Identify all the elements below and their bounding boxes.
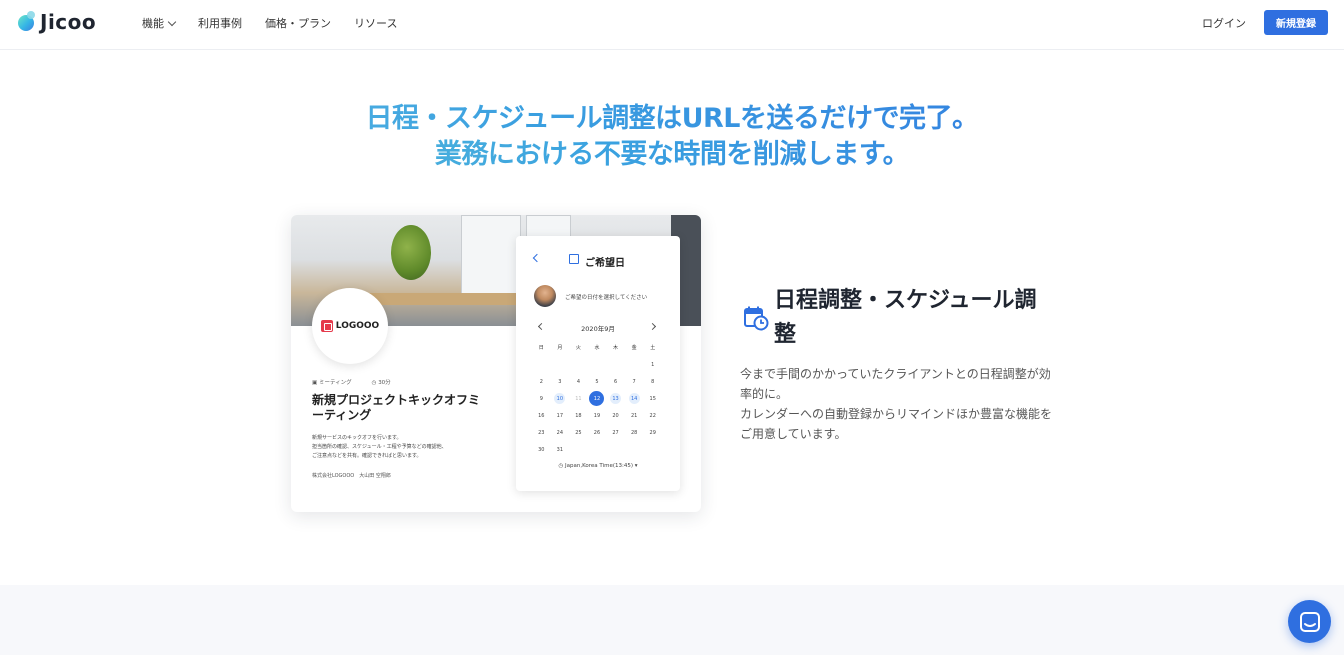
brand-name: LOGOOO (335, 321, 380, 331)
jicoo-logo[interactable]: Jicoo (18, 10, 96, 34)
meeting-duration: ◷ 30分 (371, 380, 391, 386)
calendar-day: 7 (632, 378, 636, 385)
nav-item-resources[interactable]: リソース (354, 15, 397, 31)
feature-title: 日程調整・スケジュール調整 (774, 288, 1037, 347)
signup-button[interactable]: 新規登録 (1264, 10, 1328, 35)
calendar-day: 5 (595, 378, 599, 385)
booking-page-mockup: LOGOOO ▣ ミーティング ◷ 30分 新規プロジェクトキックオフミーティン… (291, 215, 701, 512)
calendar-day (588, 359, 607, 370)
calendar-day: 28 (630, 429, 638, 436)
weekday-label: 水 (594, 345, 600, 351)
event-title: 新規プロジェクトキックオフミーティング (312, 393, 481, 422)
chat-icon (1299, 611, 1320, 632)
nav-item-label: 価格・プラン (265, 17, 331, 30)
calendar-day: 21 (630, 412, 638, 419)
nav-item-label: リソース (354, 17, 398, 30)
calendar-grid: 日 月 火 水 木 金 土 1 2 3 4 5 6 7 8 9 10 11 12 (532, 342, 662, 455)
site-header: Jicoo 機能 利用事例 価格・プラン リソース ログイン 新規登録 (0, 0, 1344, 50)
calendar-day: 30 (538, 446, 545, 453)
host-avatar (534, 285, 556, 307)
calendar-day: 25 (575, 429, 582, 436)
calendar-day: 16 (538, 412, 545, 419)
calendar-day: 15 (649, 395, 656, 402)
event-organizer: 株式会社LOGOOO 大山田 空翔郎 (312, 473, 391, 479)
calendar-month: 2020年9月 (581, 325, 615, 333)
company-logo-badge: LOGOOO (312, 288, 388, 364)
calendar-day: 11 (575, 395, 582, 402)
logo-mark-icon (18, 11, 38, 33)
brand-logo-icon (320, 320, 333, 332)
nav-item-pricing[interactable]: 価格・プラン (265, 15, 331, 31)
nav-item-features[interactable]: 機能 (142, 15, 177, 31)
timezone-select[interactable]: ◷ Japan,Korea Time(13:45) ▾ (516, 463, 680, 469)
calendar-day (551, 359, 570, 370)
logo-text: Jicoo (40, 10, 97, 34)
calendar-day: 20 (612, 412, 619, 419)
calendar-day (532, 359, 551, 370)
calendar-day: 3 (558, 378, 562, 385)
calendar-day: 27 (612, 429, 619, 436)
main-nav: 機能 利用事例 価格・プラン リソース (142, 15, 420, 31)
hero-heading-line1: 日程・スケジュール調整はURLを送るだけで完了。 (0, 96, 1344, 135)
chat-launcher-button[interactable] (1288, 600, 1331, 643)
nav-item-label: 利用事例 (198, 17, 242, 30)
calendar-day: 6 (613, 378, 618, 385)
calendar-day: 4 (576, 378, 581, 385)
date-picker-title: ご希望日 (585, 258, 625, 269)
calendar-day: 19 (593, 412, 601, 419)
calendar-day-selected[interactable]: 12 (589, 391, 605, 406)
calendar-day (606, 359, 625, 370)
calendar-day: 26 (593, 429, 601, 436)
weekday-label: 火 (575, 345, 581, 351)
weekday-label: 木 (613, 345, 619, 351)
calendar-day: 17 (556, 412, 564, 419)
date-picker-panel: ご希望日 ご希望の日付を選択してください 2020年9月 日 月 火 水 木 金… (516, 236, 680, 491)
calendar-day: 29 (649, 429, 656, 436)
weekday-label: 日 (538, 345, 544, 351)
event-meta: ▣ ミーティング ◷ 30分 (312, 378, 411, 386)
chevron-down-icon (167, 17, 177, 26)
calendar-day: 9 (539, 395, 543, 402)
nav-item-label: 機能 (142, 17, 164, 30)
calendar-day: 23 (538, 429, 545, 436)
calendar-day (569, 359, 588, 370)
calendar-day-available[interactable]: 14 (628, 393, 640, 404)
calendar-day-available[interactable]: 13 (610, 393, 622, 404)
nav-item-case-studies[interactable]: 利用事例 (198, 15, 242, 31)
login-link[interactable]: ログイン (1202, 15, 1246, 31)
calendar-icon (569, 254, 579, 264)
weekday-label: 金 (631, 345, 637, 351)
calendar-day (625, 359, 644, 370)
feature-description: 今まで手間のかかっていたクライアントとの日程調整が効率的に。 カレンダーへの自動… (740, 367, 1053, 441)
calendar-day-available[interactable]: 10 (554, 393, 566, 404)
calendar-day: 8 (651, 378, 655, 385)
meeting-type: ▣ ミーティング (312, 380, 352, 386)
weekday-label: 土 (650, 345, 656, 351)
calendar-day: 31 (556, 446, 564, 453)
date-picker-prompt: ご希望の日付を選択してください (565, 295, 648, 301)
calendar-clock-icon (744, 306, 769, 331)
calendar-day: 24 (556, 429, 564, 436)
weekday-label: 月 (557, 345, 563, 351)
calendar-day: 1 (651, 361, 655, 368)
back-arrow-icon[interactable] (532, 253, 542, 263)
calendar-day: 18 (575, 412, 582, 419)
event-description: 新規サービスのキックオフを行います。 担当箇所の確認、スケジュール・工程や予算な… (312, 435, 447, 459)
hero-heading-line2: 業務における不要な時間を削減します。 (0, 132, 1344, 171)
next-section-background (0, 585, 1344, 655)
calendar-day: 22 (649, 412, 656, 419)
calendar-day: 2 (539, 378, 543, 385)
